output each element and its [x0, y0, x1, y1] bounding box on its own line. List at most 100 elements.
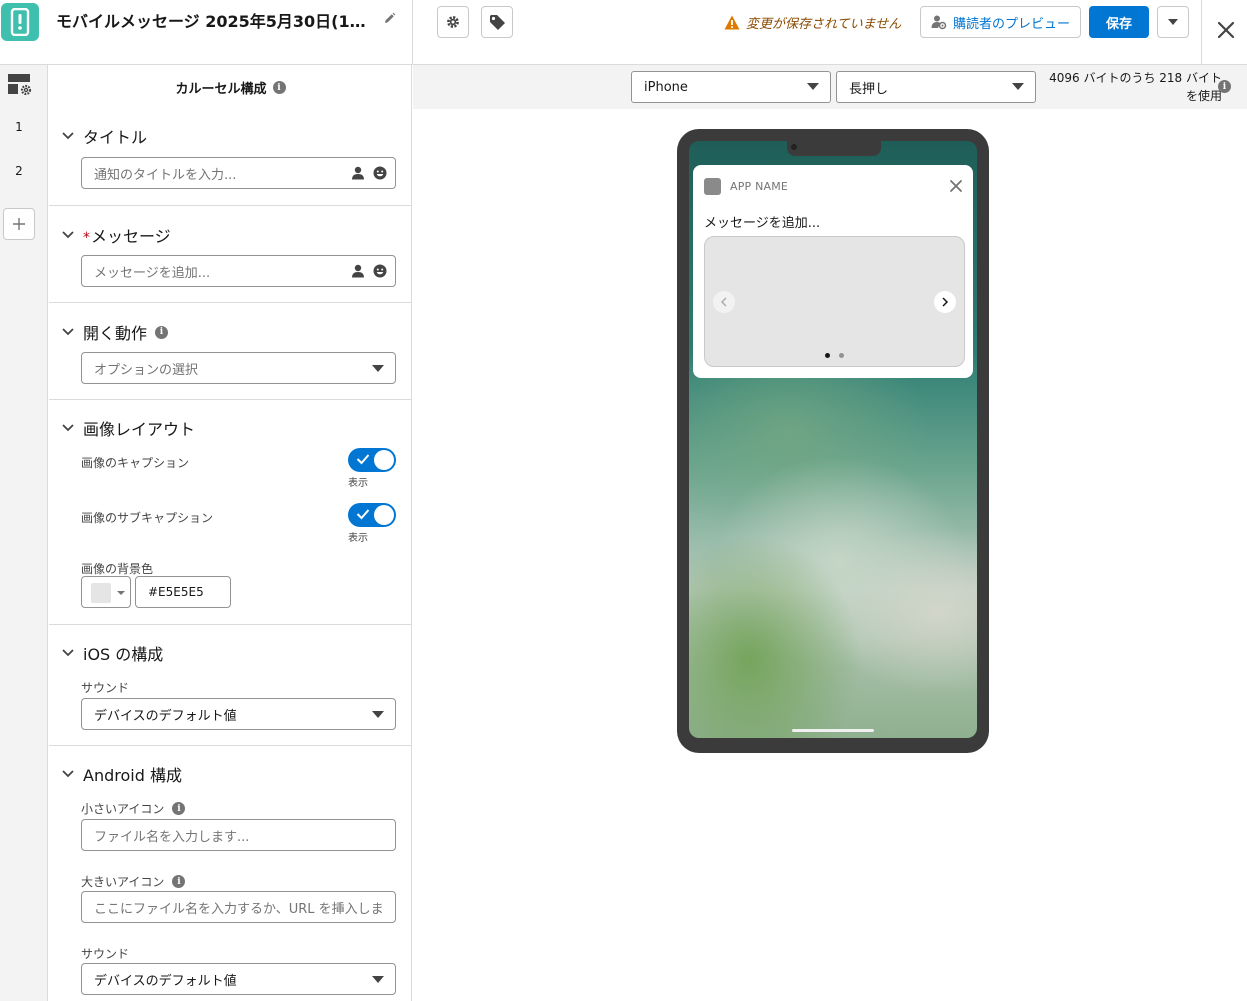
app-header: モバイルメッセージ 2025年5月30日(14:... 変更が保存されていません: [0, 0, 1247, 65]
rail-item-2[interactable]: 2: [0, 164, 38, 178]
ios-section-label: iOS の構成: [83, 645, 164, 664]
large-icon-label: 大きいアイコン i: [81, 873, 186, 890]
ios-section: iOS の構成 サウンド デバイスのデフォルト値: [49, 624, 411, 745]
open-action-select[interactable]: オプションの選択: [81, 352, 396, 384]
emoji-icon[interactable]: [373, 264, 387, 278]
image-caption-toggle-caption: 表示: [348, 478, 368, 489]
tag-button[interactable]: [481, 6, 513, 38]
byte-usage-text: 4096 バイトのうち 218 バイトを使用: [1049, 71, 1222, 103]
bg-color-input[interactable]: #E5E5E5: [135, 576, 231, 608]
image-subcaption-toggle[interactable]: [348, 503, 396, 527]
device-select[interactable]: iPhone: [631, 71, 831, 103]
message-input[interactable]: メッセージを追加...: [81, 255, 396, 287]
notification-app-name: APP NAME: [730, 180, 789, 193]
android-sound-label: サウンド: [81, 947, 130, 961]
close-icon[interactable]: [948, 178, 964, 194]
carousel-next-button[interactable]: [934, 291, 956, 313]
save-button[interactable]: 保存: [1089, 6, 1149, 38]
message-section-label: メッセージ: [91, 227, 171, 246]
chevron-right-icon: [942, 297, 949, 307]
subscriber-preview-button[interactable]: 購読者のプレビュー: [920, 6, 1081, 38]
settings-button[interactable]: [437, 6, 469, 38]
section-rail: 1 2: [0, 65, 48, 1001]
camera-dot: [791, 144, 797, 150]
user-preview-icon: [931, 15, 947, 30]
chevron-down-icon: [372, 976, 384, 983]
image-caption-toggle[interactable]: [348, 448, 396, 472]
carousel-prev-button[interactable]: [713, 291, 735, 313]
add-item-button[interactable]: [3, 208, 35, 240]
chevron-down-icon: [372, 365, 384, 372]
color-picker-button[interactable]: [81, 576, 131, 608]
phone-screen: APP NAME メッセージを追加...: [689, 141, 977, 738]
android-section-header[interactable]: Android 構成: [61, 762, 182, 786]
large-icon-placeholder: ここにファイル名を入力するか、URL を挿入しま: [94, 901, 384, 917]
title-section-header[interactable]: タイトル: [61, 124, 147, 148]
phone-preview: APP NAME メッセージを追加...: [677, 129, 989, 753]
toggle-knob: [374, 505, 394, 525]
check-icon: [356, 454, 370, 465]
notification-message: メッセージを追加...: [704, 216, 821, 231]
image-layout-label: 画像レイアウト: [83, 420, 196, 439]
title-section-label: タイトル: [83, 128, 148, 147]
info-icon[interactable]: i: [155, 325, 169, 339]
unsaved-warning: 変更が保存されていません: [724, 13, 901, 32]
preview-toolbar: iPhone 長押し 4096 バイトのうち 218 バイトを使用 i: [413, 65, 1247, 109]
info-icon[interactable]: i: [172, 802, 186, 815]
android-sound-select[interactable]: デバイスのデフォルト値: [81, 963, 396, 995]
small-icon-input[interactable]: ファイル名を入力します...: [81, 819, 396, 851]
rail-item-1[interactable]: 1: [0, 120, 38, 134]
carousel-config-panel: カルーセル構成 i タイトル 通知のタイトルを入力... *メッセージ メッセー…: [49, 65, 412, 1001]
chevron-down-icon: [1168, 19, 1178, 25]
open-action-section: 開く動作 i オプションの選択: [49, 302, 411, 399]
image-subcaption-label: 画像のサブキャプション: [81, 511, 214, 525]
person-icon[interactable]: [351, 264, 365, 278]
carousel-dot[interactable]: [839, 353, 844, 358]
app-icon: [704, 178, 721, 195]
person-icon[interactable]: [351, 166, 365, 180]
subscriber-preview-label: 購読者のプレビュー: [952, 16, 1070, 32]
save-options-button[interactable]: [1157, 6, 1189, 38]
layout-settings-icon[interactable]: [7, 73, 33, 97]
home-indicator: [792, 729, 874, 732]
page-title: モバイルメッセージ 2025年5月30日(14:...: [56, 12, 366, 31]
warning-icon: [724, 15, 740, 30]
panel-title: カルーセル構成 i: [49, 78, 411, 97]
pencil-icon[interactable]: [381, 10, 397, 26]
open-action-placeholder: オプションの選択: [94, 362, 199, 378]
preview-mode-select[interactable]: 長押し: [836, 71, 1036, 103]
carousel-dot[interactable]: [825, 353, 830, 358]
info-icon[interactable]: i: [1218, 80, 1231, 93]
toggle-knob: [374, 450, 394, 470]
ios-section-header[interactable]: iOS の構成: [61, 641, 163, 665]
small-icon-label-text: 小さいアイコン: [81, 802, 165, 816]
image-carousel: [704, 236, 965, 367]
ios-sound-value: デバイスのデフォルト値: [94, 708, 237, 724]
chevron-down-icon: [61, 325, 75, 339]
ios-sound-select[interactable]: デバイスのデフォルト値: [81, 698, 396, 730]
chevron-down-icon: [61, 767, 75, 781]
emoji-icon[interactable]: [373, 166, 387, 180]
message-section-header[interactable]: *メッセージ: [61, 223, 171, 247]
info-icon[interactable]: i: [172, 875, 186, 888]
open-action-header[interactable]: 開く動作 i: [61, 320, 169, 344]
chevron-down-icon: [61, 129, 75, 143]
image-layout-section: 画像レイアウト 画像のキャプション 表示 画像のサブキャプション 表示 画像の背…: [49, 399, 411, 624]
close-button[interactable]: [1210, 14, 1242, 46]
notification-title-placeholder: 通知のタイトルを入力...: [94, 167, 237, 183]
close-icon: [1217, 21, 1235, 39]
header-divider: [1201, 0, 1202, 65]
image-layout-header[interactable]: 画像レイアウト: [61, 416, 195, 440]
open-action-label: 開く動作: [83, 324, 148, 343]
unsaved-text: 変更が保存されていません: [746, 17, 902, 32]
chevron-down-icon: [372, 711, 384, 718]
gear-icon: [447, 16, 459, 28]
android-sound-value: デバイスのデフォルト値: [94, 973, 237, 989]
notification-title-input[interactable]: 通知のタイトルを入力...: [81, 157, 396, 189]
header-divider: [412, 0, 413, 65]
large-icon-input[interactable]: ここにファイル名を入力するか、URL を挿入しま: [81, 891, 396, 923]
image-subcaption-toggle-caption: 表示: [348, 533, 368, 544]
info-icon[interactable]: i: [272, 81, 286, 94]
small-icon-label: 小さいアイコン i: [81, 800, 186, 817]
android-section-label: Android 構成: [83, 766, 182, 785]
